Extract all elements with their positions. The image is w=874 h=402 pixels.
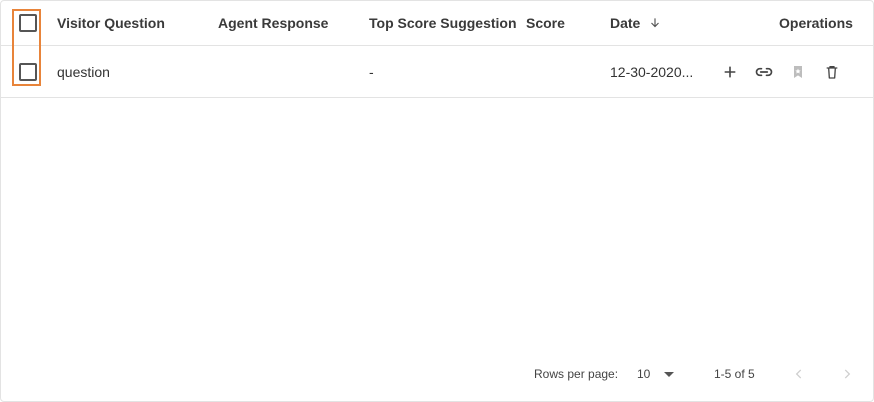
header-date-label: Date xyxy=(610,15,641,31)
chevron-right-icon xyxy=(835,362,859,386)
cell-visitor-question: question xyxy=(57,63,110,80)
link-icon[interactable] xyxy=(754,62,774,82)
arrow-down-icon[interactable] xyxy=(648,16,662,30)
header-operations: Operations xyxy=(779,15,853,31)
next-page-button[interactable] xyxy=(835,347,859,401)
rows-per-page-select[interactable]: 10 xyxy=(637,347,675,401)
pagination-footer: Rows per page: 10 1-5 of 5 xyxy=(1,347,873,401)
plus-icon[interactable] xyxy=(720,62,740,82)
trash-icon[interactable] xyxy=(822,62,842,82)
caret-down-icon xyxy=(664,371,675,377)
row-checkbox[interactable] xyxy=(19,62,37,81)
header-date[interactable]: Date xyxy=(610,1,662,45)
bookmark-icon[interactable] xyxy=(788,62,808,82)
row-select-cell xyxy=(19,46,37,97)
rows-per-page-label: Rows per page: xyxy=(534,367,619,381)
data-table: Visitor Question Agent Response Top Scor… xyxy=(0,0,874,402)
header-visitor-question[interactable]: Visitor Question xyxy=(57,1,165,45)
pagination-range: 1-5 of 5 xyxy=(714,367,755,381)
header-agent-response[interactable]: Agent Response xyxy=(218,1,328,45)
cell-date: 12-30-2020... xyxy=(610,63,694,80)
table-row: question - 12-30-2020... xyxy=(1,46,873,98)
table-header-row: Visitor Question Agent Response Top Scor… xyxy=(1,1,873,46)
prev-page-button[interactable] xyxy=(787,347,811,401)
row-operations xyxy=(720,46,842,97)
select-all-checkbox[interactable] xyxy=(19,14,37,32)
cell-top-score-suggestion: - xyxy=(369,63,374,80)
select-all-cell xyxy=(19,1,37,45)
rows-per-page-value: 10 xyxy=(637,367,651,381)
header-score[interactable]: Score xyxy=(526,1,565,45)
chevron-left-icon xyxy=(787,362,811,386)
header-top-score-suggestion[interactable]: Top Score Suggestion xyxy=(369,1,517,45)
